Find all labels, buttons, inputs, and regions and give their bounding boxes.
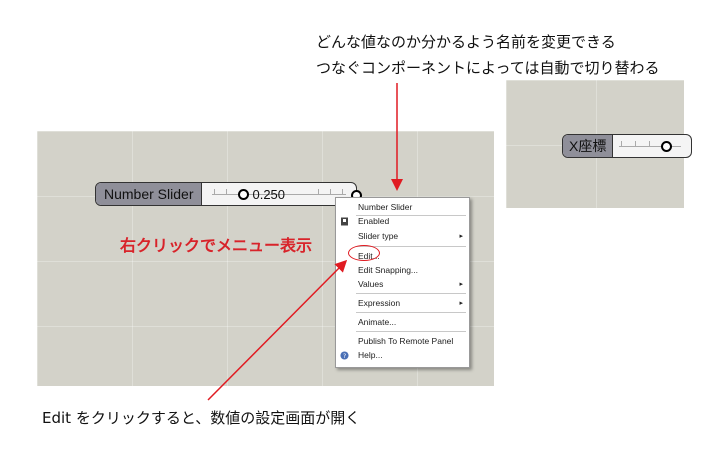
annotation-edit-opens: Edit をクリックすると、数値の設定画面が開く: [42, 409, 361, 427]
arrow-to-edit: [207, 259, 348, 401]
annotation-arrows: [207, 83, 403, 401]
